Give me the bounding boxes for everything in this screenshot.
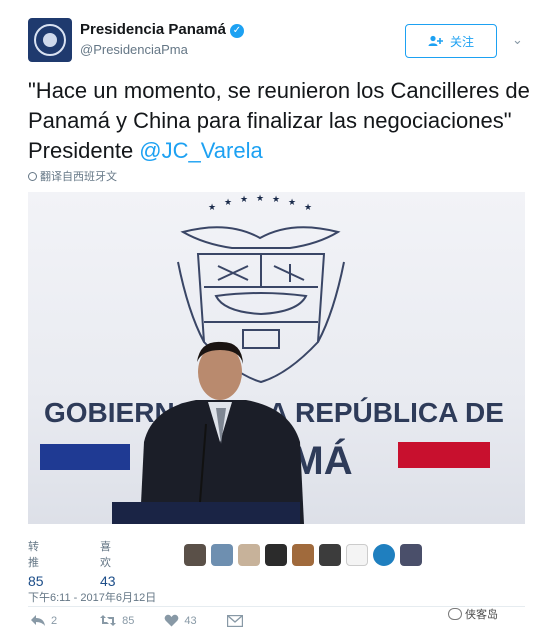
message-button[interactable] xyxy=(226,614,243,627)
liker-avatar[interactable] xyxy=(265,544,287,566)
follow-button[interactable]: 关注 xyxy=(405,24,497,58)
liker-avatar[interactable] xyxy=(346,544,368,566)
translate-label: 翻译自西班牙文 xyxy=(40,171,117,183)
retweets-label: 转推 xyxy=(28,541,39,569)
tweet-header: Presidencia Panamá ✓ @PresidenciaPma 关注 ⌄ xyxy=(28,18,528,68)
liker-avatar[interactable] xyxy=(211,544,233,566)
retweet-icon xyxy=(100,615,117,626)
flag-red-stripe xyxy=(398,442,490,468)
watermark-text: 侠客岛 xyxy=(465,609,498,621)
mention-link[interactable]: @JC_Varela xyxy=(139,138,262,163)
liker-avatar[interactable] xyxy=(400,544,422,566)
svg-text:★: ★ xyxy=(224,197,232,207)
svg-text:★: ★ xyxy=(256,193,264,203)
account-name-text: Presidencia Panamá xyxy=(80,21,226,38)
retweet-count: 85 xyxy=(122,614,135,627)
retweet-button[interactable]: 85 xyxy=(99,614,134,627)
press-conference-photo: ★★ ★★ ★★ ★ GOBIERNO DE LA REPÚBLICA DE P… xyxy=(40,193,504,524)
tweet-body: "Hace un momento, se reunieron los Canci… xyxy=(28,78,530,163)
envelope-icon xyxy=(226,614,243,627)
tweet-actions: 2 85 43 xyxy=(28,614,243,627)
likes-count: 43 xyxy=(100,573,116,589)
svg-text:★: ★ xyxy=(272,194,280,204)
add-user-icon xyxy=(428,35,443,46)
chat-bubble-icon xyxy=(448,608,462,620)
like-button[interactable]: 43 xyxy=(164,614,197,627)
heart-icon xyxy=(164,614,179,627)
svg-text:★: ★ xyxy=(208,202,216,212)
tweet-text: "Hace un momento, se reunieron los Canci… xyxy=(28,76,533,166)
chevron-down-icon[interactable]: ⌄ xyxy=(512,32,523,48)
liker-avatars xyxy=(184,544,422,566)
liker-avatar[interactable] xyxy=(184,544,206,566)
avatar[interactable] xyxy=(28,18,72,62)
seal-icon xyxy=(34,24,66,56)
likes-label: 喜欢 xyxy=(100,541,111,569)
liker-avatar[interactable] xyxy=(238,544,260,566)
flag-blue-stripe xyxy=(40,444,130,470)
translate-link[interactable]: 翻译自西班牙文 xyxy=(28,168,117,184)
liker-avatar[interactable] xyxy=(373,544,395,566)
like-count: 43 xyxy=(184,614,197,627)
liker-avatar[interactable] xyxy=(292,544,314,566)
svg-text:★: ★ xyxy=(240,194,248,204)
retweets-count: 85 xyxy=(28,573,44,589)
watermark: 侠客岛 xyxy=(448,606,498,622)
svg-text:★: ★ xyxy=(288,197,296,207)
reply-icon xyxy=(31,615,45,626)
stars-arc: ★ ★ ★ ★ ★ ★ ★ xyxy=(208,193,312,212)
liker-avatar[interactable] xyxy=(319,544,341,566)
like-stat[interactable]: 喜欢 43 xyxy=(100,538,116,589)
globe-icon xyxy=(28,171,37,181)
account-name[interactable]: Presidencia Panamá ✓ xyxy=(80,21,244,38)
reply-count: 2 xyxy=(51,614,58,627)
retweet-stat[interactable]: 转推 85 xyxy=(28,538,44,589)
svg-text:★: ★ xyxy=(304,202,312,212)
speaker xyxy=(140,341,304,524)
podium xyxy=(112,502,300,524)
verified-badge-icon: ✓ xyxy=(229,24,244,38)
tweet-photo[interactable]: ★★ ★★ ★★ ★ GOBIERNO DE LA REPÚBLICA DE P… xyxy=(28,192,525,524)
account-handle[interactable]: @PresidenciaPma xyxy=(80,42,188,57)
reply-button[interactable]: 2 xyxy=(30,614,57,627)
tweet-timestamp[interactable]: 下午6:11 - 2017年6月12日 xyxy=(28,589,156,605)
follow-button-label: 关注 xyxy=(449,34,474,49)
